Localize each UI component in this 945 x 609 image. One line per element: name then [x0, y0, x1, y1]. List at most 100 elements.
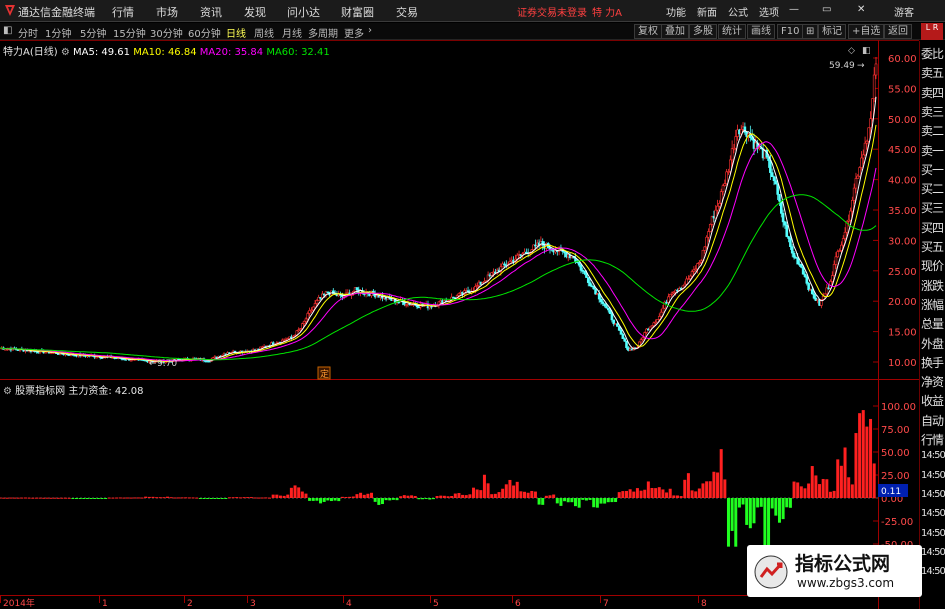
side-panel-item[interactable]: 现价	[921, 257, 945, 274]
indicator-bar	[825, 479, 829, 498]
side-panel-item[interactable]: 14:50	[921, 547, 945, 558]
side-panel-item[interactable]: 14:50	[921, 450, 945, 461]
period-15min[interactable]: 15分钟	[113, 25, 146, 40]
indicator-bar	[268, 497, 272, 499]
period-more[interactable]: 更多	[344, 25, 364, 40]
side-panel-item[interactable]: 卖二	[921, 122, 945, 139]
side-panel-item[interactable]: 自动	[921, 412, 945, 429]
indicator-settings-icon[interactable]: ⚙	[3, 386, 12, 397]
period-30min[interactable]: 30分钟	[150, 25, 183, 40]
period-weekly[interactable]: 周线	[254, 25, 274, 40]
indicator-bar	[140, 497, 144, 499]
side-panel-item[interactable]: 净资	[921, 373, 945, 390]
period-5min[interactable]: 5分钟	[80, 25, 106, 40]
period-daily[interactable]: 日线	[226, 25, 246, 40]
side-panel-item[interactable]: 收益	[921, 392, 945, 409]
indicator-bar	[13, 497, 17, 499]
tool-adjust[interactable]: 复权	[634, 24, 662, 39]
indicator-bar	[253, 497, 257, 499]
tool-overlay[interactable]: 叠加	[661, 24, 689, 39]
marker-label[interactable]: 定	[320, 368, 329, 380]
tool-mark[interactable]: 标记	[818, 24, 846, 39]
candle-body	[625, 340, 628, 348]
period-intraday[interactable]: 分时	[18, 25, 38, 40]
side-panel-item[interactable]: 总量	[921, 315, 945, 332]
diamond-icon[interactable]: ◇	[848, 46, 855, 56]
side-panel-item[interactable]: 涨幅	[921, 296, 945, 313]
indicator-bar	[278, 495, 282, 498]
tool-draw-line[interactable]: 画线	[747, 24, 775, 39]
tool-multi-stock[interactable]: 多股	[689, 24, 717, 39]
tool-expand-icon[interactable]: ⊞	[802, 24, 819, 39]
minimize-icon[interactable]: —	[789, 4, 799, 15]
side-panel-item[interactable]: 买三	[921, 199, 945, 216]
menu-market-quotes[interactable]: 行情	[112, 4, 134, 20]
lr-badge[interactable]: L R	[921, 23, 943, 40]
tool-statistics[interactable]: 统计	[718, 24, 746, 39]
chart-area[interactable]: 60.00 55.00 50.00 45.00 40.00 35.00 30.00 25.00…	[0, 40, 919, 609]
side-panel-item[interactable]: 14:50	[921, 566, 945, 577]
indicator-bar	[654, 488, 658, 498]
indicator-bar	[96, 498, 100, 499]
candle-body	[656, 319, 659, 323]
side-panel-item[interactable]: 买二	[921, 180, 945, 197]
side-panel-item[interactable]: 涨跌	[921, 277, 945, 294]
indicator-bar	[712, 471, 716, 498]
side-panel-item[interactable]: 委比	[921, 45, 945, 62]
side-panel-item[interactable]: 14:50	[921, 470, 945, 481]
indicator-bar	[675, 495, 679, 498]
main-info-line: 特力A(日线) ⚙ MA5: 49.61 MA10: 46.84 MA20: 3…	[3, 43, 330, 58]
menu-options[interactable]: 选项	[759, 4, 779, 19]
side-panel-item[interactable]: 买四	[921, 219, 945, 236]
indicator-bar	[770, 498, 774, 509]
side-panel-item[interactable]: 14:50	[921, 508, 945, 519]
side-panel-item[interactable]: 卖三	[921, 103, 945, 120]
menu-formula[interactable]: 公式	[728, 4, 748, 19]
guest-user[interactable]: 游客	[894, 4, 914, 19]
tool-add-watchlist[interactable]: +自选	[848, 24, 885, 39]
indicator-bar	[796, 482, 800, 498]
indicator-bar	[27, 497, 31, 499]
side-panel-item[interactable]: 14:50	[921, 489, 945, 500]
side-panel-item[interactable]: 买五	[921, 238, 945, 255]
login-status[interactable]: 证券交易未登录	[517, 4, 587, 19]
side-panel-item[interactable]: 卖四	[921, 84, 945, 101]
settings-gear-icon[interactable]: ⚙	[61, 47, 70, 58]
indicator-bar	[16, 497, 20, 499]
menu-discover[interactable]: 发现	[244, 4, 266, 20]
panel-toggle-icon[interactable]: ◧	[862, 46, 871, 56]
side-panel-item[interactable]: 行情	[921, 431, 945, 448]
side-panel-item[interactable]: 买一	[921, 161, 945, 178]
period-1min[interactable]: 1分钟	[45, 25, 71, 40]
period-monthly[interactable]: 月线	[282, 25, 302, 40]
side-panel-item[interactable]: 换手	[921, 354, 945, 371]
maximize-icon[interactable]: ▭	[822, 4, 831, 15]
menu-new-layout[interactable]: 新面	[697, 4, 717, 19]
menu-trade[interactable]: 交易	[396, 4, 418, 20]
candle-body	[588, 282, 592, 287]
menu-market[interactable]: 市场	[156, 4, 178, 20]
tool-f10[interactable]: F10	[777, 24, 804, 39]
indicator-bar	[672, 495, 676, 498]
side-panel-item[interactable]: 卖一	[921, 142, 945, 159]
tool-back[interactable]: 返回	[884, 24, 912, 39]
candle-body	[639, 339, 643, 343]
candle-body	[792, 252, 796, 258]
candle-body	[577, 262, 581, 266]
menu-ask-xiaoda[interactable]: 问小达	[287, 4, 320, 20]
side-panel-item[interactable]: 卖五	[921, 64, 945, 81]
menu-wealth-circle[interactable]: 财富圈	[341, 4, 374, 20]
menu-news[interactable]: 资讯	[200, 4, 222, 20]
side-panel-item[interactable]: 14:50	[921, 528, 945, 539]
sidebar-toggle-icon[interactable]: ◧	[3, 25, 12, 36]
indicator-bar	[246, 497, 250, 499]
close-icon[interactable]: ✕	[857, 4, 865, 15]
indicator-bar	[413, 495, 417, 498]
menu-functions[interactable]: 功能	[666, 4, 686, 19]
indicator-bar	[271, 494, 275, 498]
period-multi[interactable]: 多周期	[308, 25, 338, 40]
period-60min[interactable]: 60分钟	[188, 25, 221, 40]
candle-body	[306, 313, 310, 320]
side-panel-item[interactable]: 外盘	[921, 335, 945, 352]
period-more-arrow[interactable]: ›	[368, 25, 372, 36]
